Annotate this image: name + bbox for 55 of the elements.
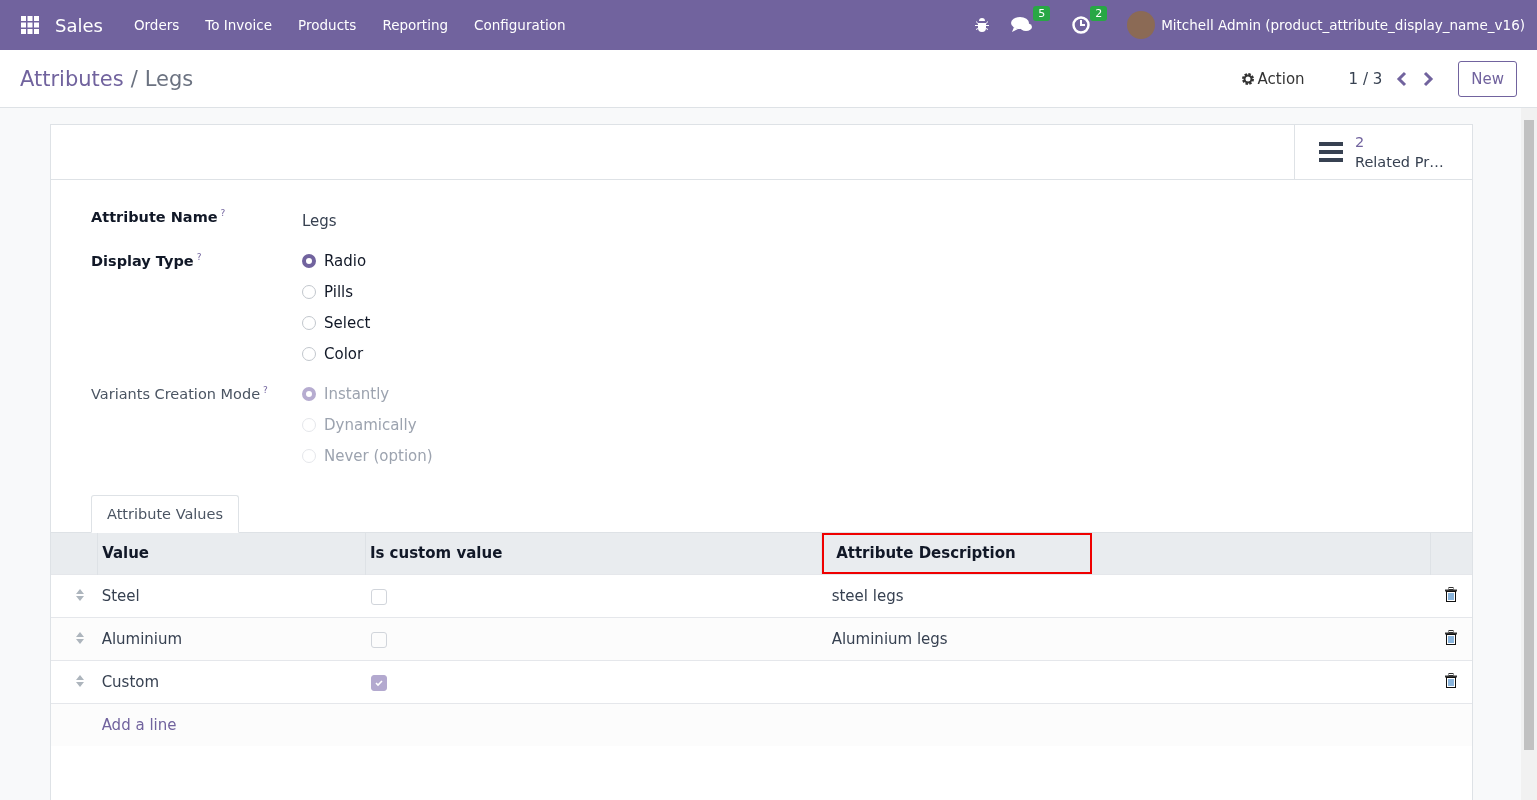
previous-icon[interactable] — [1396, 70, 1409, 87]
breadcrumb-link[interactable]: Attributes — [20, 66, 124, 91]
column-header[interactable]: Value — [102, 544, 150, 563]
table-cell: steel legs — [831, 587, 904, 605]
help-mark[interactable]: ? — [263, 385, 268, 395]
radio-option[interactable]: Radio — [302, 252, 1432, 270]
scrollbar[interactable] — [1521, 108, 1537, 800]
field-label: Attribute Name — [91, 208, 218, 225]
radio-option[interactable]: Pills — [302, 283, 1432, 301]
menu-item[interactable]: Orders — [120, 17, 193, 33]
next-icon[interactable] — [1422, 70, 1435, 87]
drag-handle-icon[interactable] — [75, 675, 86, 687]
trash-icon[interactable] — [1445, 629, 1458, 645]
user-avatar[interactable] — [1127, 11, 1156, 39]
app-grid-icon[interactable] — [21, 16, 39, 34]
check-icon — [374, 677, 385, 688]
table-cell: Aluminium — [97, 617, 366, 661]
checkbox[interactable] — [371, 631, 388, 648]
menu-item[interactable]: Products — [285, 17, 370, 33]
help-mark[interactable]: ? — [220, 208, 226, 218]
drag-handle-icon[interactable] — [75, 632, 86, 644]
menu-item[interactable]: To Invoice — [192, 17, 286, 33]
radio-option[interactable]: Select — [302, 314, 1432, 332]
app-name[interactable]: Sales — [55, 14, 103, 36]
action-button[interactable]: Action — [1234, 68, 1311, 89]
gear-icon — [1240, 71, 1255, 86]
clock-icon[interactable] — [1072, 16, 1091, 34]
help-mark[interactable]: ? — [196, 252, 202, 262]
notebook-tab[interactable]: Attribute Values — [91, 495, 239, 533]
pager-counter[interactable]: 1 / 3 — [1348, 69, 1383, 88]
trash-icon[interactable] — [1445, 586, 1458, 602]
radio-button[interactable] — [302, 254, 316, 268]
user-name[interactable]: Mitchell Admin (product_attribute_display_name_v16) — [1161, 17, 1525, 33]
table-cell: Aluminium legs — [831, 630, 948, 648]
checkbox[interactable] — [371, 588, 388, 605]
trash-icon[interactable] — [1445, 672, 1458, 688]
menu-item[interactable]: Reporting — [369, 17, 462, 33]
column-header[interactable]: Is custom value — [369, 544, 503, 563]
field-label: Variants Creation Mode — [91, 385, 261, 402]
new-button[interactable]: New — [1458, 60, 1517, 97]
menu-item[interactable]: Configuration — [461, 17, 579, 33]
bug-icon[interactable] — [975, 17, 990, 33]
radio-option[interactable]: Color — [302, 345, 1432, 363]
chat-icon[interactable] — [1011, 16, 1034, 34]
message-count-badge: 5 — [1033, 6, 1051, 21]
attribute-name-value: Legs — [302, 211, 337, 230]
drag-handle-icon[interactable] — [75, 589, 86, 601]
field-label: Display Type — [91, 252, 194, 269]
add-line-link[interactable]: Add a line — [101, 716, 177, 734]
activity-count-badge: 2 — [1090, 6, 1108, 21]
breadcrumb-separator: / — [130, 66, 138, 91]
breadcrumb-current: Legs — [144, 66, 194, 91]
checkbox[interactable] — [371, 674, 388, 691]
related-products-button[interactable]: 2 Related Pr… — [1294, 125, 1472, 179]
list-icon — [1319, 142, 1343, 162]
